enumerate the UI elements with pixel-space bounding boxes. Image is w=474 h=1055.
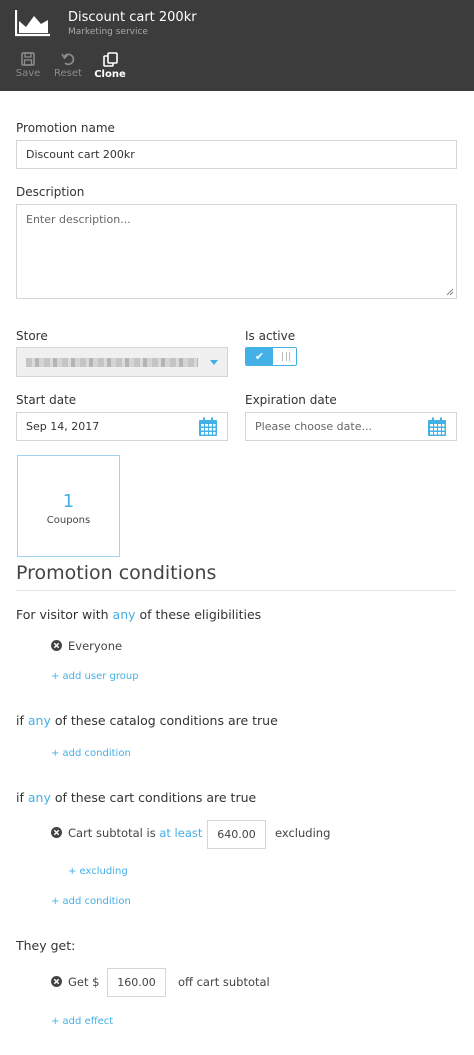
calendar-icon[interactable] [198, 417, 218, 437]
catalog-prefix: if [16, 713, 24, 728]
cart-conditions-heading: if any of these cart conditions are true [16, 790, 256, 805]
effect-amount-input[interactable]: 160.00 [107, 968, 166, 997]
coupons-count: 1 [62, 491, 75, 512]
resize-handle-icon[interactable] [446, 288, 454, 296]
calendar-icon[interactable] [427, 417, 447, 437]
is-active-label: Is active [245, 329, 296, 343]
they-get-heading: They get: [16, 938, 76, 953]
expiration-date-input[interactable]: Please choose date... [245, 412, 457, 441]
description-textarea[interactable]: Enter description... [16, 204, 457, 299]
start-date-label: Start date [16, 393, 77, 407]
save-label: Save [15, 68, 41, 79]
toggle-grip-icon [282, 352, 290, 361]
add-effect-link[interactable]: + add effect [51, 1016, 113, 1027]
add-catalog-condition-link[interactable]: + add condition [51, 748, 131, 759]
eligibility-prefix: For visitor with [16, 607, 109, 622]
chart-logo-icon [15, 10, 50, 37]
expiration-date-label: Expiration date [245, 393, 337, 407]
clone-icon [102, 52, 118, 67]
remove-icon[interactable] [51, 640, 62, 651]
cart-subtotal-input[interactable]: 640.00 [207, 820, 266, 849]
catalog-suffix: of these catalog conditions are true [54, 713, 278, 728]
remove-icon[interactable] [51, 827, 62, 838]
promotion-name-label: Promotion name [16, 121, 115, 135]
remove-icon[interactable] [51, 976, 62, 987]
store-select[interactable] [16, 347, 228, 377]
cart-prefix: if [16, 790, 24, 805]
promotion-conditions-title: Promotion conditions [16, 562, 217, 584]
reset-label: Reset [54, 68, 82, 79]
cart-rule-prefix: Cart subtotal is [68, 826, 156, 840]
save-button[interactable]: Save [8, 52, 48, 79]
catalog-any-link[interactable]: any [28, 713, 51, 728]
save-icon [21, 52, 35, 66]
start-date-input[interactable]: Sep 14, 2017 [16, 412, 228, 441]
add-cart-condition-link[interactable]: + add condition [51, 896, 131, 907]
effect-rule-prefix: Get $ [68, 975, 100, 989]
coupons-widget[interactable]: 1 Coupons [17, 455, 120, 557]
at-least-link[interactable]: at least [159, 826, 202, 840]
check-icon: ✔ [246, 348, 273, 365]
blade-title: Discount cart 200kr [68, 10, 197, 25]
store-label: Store [16, 329, 48, 343]
start-date-value: Sep 14, 2017 [26, 420, 100, 433]
is-active-toggle[interactable]: ✔ [245, 347, 297, 366]
clone-label: Clone [94, 69, 126, 80]
add-excluding-link[interactable]: + excluding [68, 866, 128, 877]
cart-rule-suffix: excluding [275, 826, 331, 840]
caret-down-icon [210, 360, 218, 365]
coupons-label: Coupons [46, 515, 91, 526]
eligibility-any-link[interactable]: any [113, 607, 136, 622]
section-divider [16, 590, 456, 591]
cart-any-link[interactable]: any [28, 790, 51, 805]
effect-rule-suffix: off cart subtotal [178, 975, 270, 989]
store-blurred-value [26, 358, 198, 367]
undo-icon [61, 53, 75, 66]
cart-suffix: of these cart conditions are true [54, 790, 257, 805]
blade-header: Discount cart 200kr Marketing service Sa… [0, 0, 474, 91]
clone-button[interactable]: Clone [90, 52, 130, 80]
promotion-name-input[interactable]: Discount cart 200kr [16, 140, 457, 169]
eligibility-heading: For visitor with any of these eligibilit… [16, 607, 261, 622]
eligibility-item-everyone: Everyone [68, 639, 123, 653]
cart-subtotal-rule: Cart subtotal is at least [68, 826, 202, 840]
reset-button[interactable]: Reset [48, 52, 88, 79]
description-placeholder: Enter description... [26, 213, 131, 226]
eligibility-suffix: of these eligibilities [139, 607, 262, 622]
expiration-date-placeholder: Please choose date... [255, 420, 372, 433]
catalog-conditions-heading: if any of these catalog conditions are t… [16, 713, 278, 728]
add-user-group-link[interactable]: + add user group [51, 671, 139, 682]
blade-subtitle: Marketing service [68, 27, 148, 37]
description-label: Description [16, 185, 85, 199]
